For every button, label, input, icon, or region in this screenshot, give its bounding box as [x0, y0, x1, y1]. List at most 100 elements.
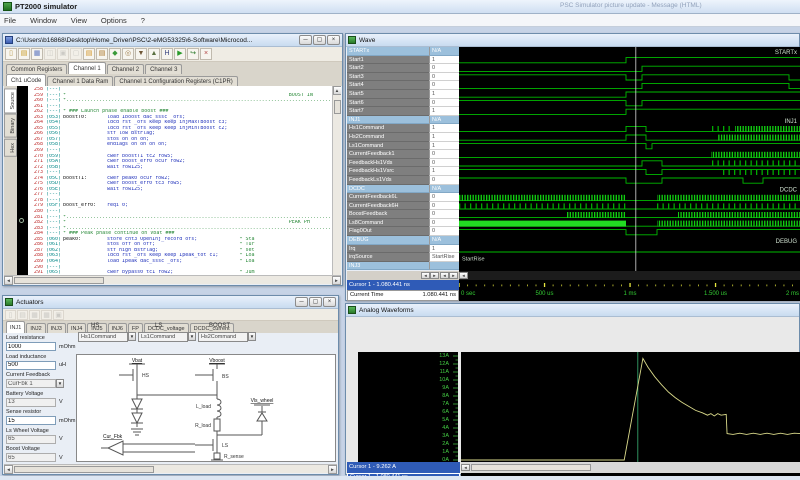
wave-signal-row[interactable]: FeedbackLs1Vds 0	[347, 176, 459, 185]
close-button[interactable]: ×	[323, 297, 336, 307]
wave-signal-row[interactable]: FeedbackHs1Vsrc 1	[347, 167, 459, 176]
channel-tab[interactable]: Common Registers	[6, 64, 67, 74]
wave-signal-row[interactable]: Hs2Command 1	[347, 133, 459, 142]
wave-signal-row[interactable]: Start6 0	[347, 99, 459, 108]
scroll-left-button[interactable]: ◄	[4, 465, 13, 474]
ucode-subtab[interactable]: Ch1 uCode	[6, 74, 46, 86]
chevron-down-icon[interactable]: ▼	[56, 379, 64, 388]
toolbar-icon[interactable]: ▯	[5, 48, 17, 60]
scroll-right-button[interactable]: ►	[328, 465, 337, 474]
wave-signal-row[interactable]: Start5 1	[347, 90, 459, 99]
analog-horizontal-scrollbar[interactable]: ◄	[461, 462, 800, 473]
view-mode-tab[interactable]: Hex	[4, 139, 17, 157]
menu-item[interactable]: Window	[30, 16, 57, 25]
toolbar-icon[interactable]: ▦	[31, 48, 43, 60]
scroll-thumb[interactable]	[471, 464, 591, 471]
toolbar-icon[interactable]: H	[161, 48, 173, 60]
hs-command-select[interactable]: Hs1Command ▼	[78, 332, 136, 342]
actuators-titlebar[interactable]: Actuators ─ ▢ ×	[3, 296, 338, 309]
actuators-horizontal-scrollbar[interactable]: ◄ ►	[4, 464, 337, 473]
wave-signal-row[interactable]: STARTx N/A	[347, 47, 459, 56]
view-mode-tab[interactable]: Source	[4, 88, 17, 113]
channel-tab[interactable]: Channel 2	[107, 64, 144, 74]
menu-item[interactable]: Options	[101, 16, 127, 25]
wave-signal-row[interactable]: Start4 0	[347, 81, 459, 90]
toolbar-icon[interactable]: ▼	[135, 48, 147, 60]
wave-signal-row[interactable]: Start2 0	[347, 64, 459, 73]
toolbar-icon[interactable]: ◎	[122, 48, 134, 60]
wave-signal-row[interactable]: Ls8Command 0	[347, 219, 459, 228]
scroll-thumb[interactable]	[14, 277, 104, 284]
code-horizontal-scrollbar[interactable]: ◄ ►	[4, 275, 341, 284]
menu-item[interactable]: File	[4, 16, 16, 25]
wave-signal-row[interactable]: DCDC N/A	[347, 185, 459, 194]
wave-list-scrollbar[interactable]: ◄► ◄►	[347, 271, 459, 280]
code-area[interactable]: 258 (---)259 (---)* BOOST IN260 (---)*..…	[28, 86, 332, 275]
menu-item[interactable]: View	[71, 16, 87, 25]
close-button[interactable]: ×	[327, 35, 340, 45]
boost-command-select[interactable]: Hs2Command ▼	[198, 332, 256, 342]
actuator-tab[interactable]: INJ3	[47, 323, 66, 333]
toolbar-icon[interactable]: ▣	[57, 48, 69, 60]
ucode-subtab[interactable]: Channel 1 Configuration Registers (C1PR)	[114, 76, 237, 86]
wave-signal-row[interactable]: CurrentFeedback6H 0	[347, 202, 459, 211]
scroll-right-button[interactable]: ►	[430, 272, 439, 279]
toolbar-icon[interactable]: ▢	[70, 48, 82, 60]
wave-signal-row[interactable]: FeedbackHs1Vds 0	[347, 159, 459, 168]
analog-waveform-canvas[interactable]	[461, 352, 800, 462]
scroll-left-button[interactable]: ◄	[461, 464, 470, 471]
wave-signal-row[interactable]: Hs1Command 1	[347, 124, 459, 133]
ucode-subtab[interactable]: Channel 1 Data Ram	[47, 76, 113, 86]
wave-window-titlebar[interactable]: Wave	[346, 34, 799, 47]
scroll-left-button[interactable]: ◄	[4, 276, 13, 285]
ls-command-select[interactable]: Ls1Command ▼	[138, 332, 196, 342]
restore-button[interactable]: ▢	[309, 297, 322, 307]
field-input[interactable]	[6, 416, 56, 425]
wave-signal-row[interactable]: CurrentFeedback1 0	[347, 150, 459, 159]
breakpoint-gutter[interactable]	[17, 86, 28, 275]
minimize-button[interactable]: ─	[295, 297, 308, 307]
toolbar-icon[interactable]: ◆	[109, 48, 121, 60]
field-input[interactable]	[6, 342, 56, 351]
toolbar-icon[interactable]: ▤	[18, 48, 30, 60]
wave-signal-row[interactable]: Start1 1	[347, 56, 459, 65]
field-input[interactable]	[6, 379, 56, 388]
toolbar-icon[interactable]: ▦	[29, 310, 40, 320]
scroll-left-button[interactable]: ◄	[459, 272, 468, 279]
field-input[interactable]	[6, 435, 56, 444]
analog-cursor-amp-readout[interactable]: Cursor 1 - 9.262 A	[347, 462, 460, 473]
toolbar-icon[interactable]: ▯	[5, 310, 16, 320]
wave-signal-row[interactable]: Flag0Out 0	[347, 227, 459, 236]
wave-signal-row[interactable]: INJ1 N/A	[347, 116, 459, 125]
wave-signal-row[interactable]: irqSource StartRise	[347, 253, 459, 262]
wave-signal-row[interactable]: DEBUG N/A	[347, 236, 459, 245]
scroll-thumb[interactable]	[14, 466, 154, 473]
channel-tab[interactable]: Channel 3	[145, 64, 182, 74]
code-window-titlebar[interactable]: C:\Users\b16868\Desktop\Home_Driver\PSC\…	[3, 34, 342, 47]
scroll-right-button[interactable]: ►	[449, 272, 458, 279]
digital-waveform-canvas[interactable]: STARTxINJ1DCDCDEBUGStartRise	[459, 47, 800, 271]
view-mode-tab[interactable]: Binary	[4, 114, 17, 138]
scroll-left-button[interactable]: ◄	[421, 272, 430, 279]
scroll-right-button[interactable]: ►	[332, 276, 341, 285]
field-input[interactable]	[6, 398, 56, 407]
scroll-thumb[interactable]	[334, 100, 341, 114]
toolbar-icon[interactable]: ▲	[148, 48, 160, 60]
menu-item[interactable]: ?	[141, 16, 145, 25]
chevron-down-icon[interactable]: ▼	[248, 332, 256, 341]
wave-signal-row[interactable]: Start7 1	[347, 107, 459, 116]
analog-titlebar[interactable]: Analog Waveforms	[346, 304, 799, 317]
wave-signal-row[interactable]: BoostFeedback 0	[347, 210, 459, 219]
toolbar-icon[interactable]: ↪	[187, 48, 199, 60]
minimize-button[interactable]: ─	[299, 35, 312, 45]
toolbar-icon[interactable]: ▦	[41, 310, 52, 320]
toolbar-icon[interactable]: ▤	[17, 310, 28, 320]
toolbar-icon[interactable]: ▣	[53, 310, 64, 320]
actuator-tab[interactable]: INJ2	[26, 323, 45, 333]
scroll-left-button[interactable]: ◄	[440, 272, 449, 279]
actuator-tab[interactable]: INJ1	[6, 321, 25, 333]
code-vertical-scrollbar[interactable]: ▲	[332, 86, 341, 275]
wave-signal-row[interactable]: INJ3	[347, 262, 459, 271]
chevron-down-icon[interactable]: ▼	[128, 332, 136, 341]
wave-signal-row[interactable]: Irq 1	[347, 245, 459, 254]
